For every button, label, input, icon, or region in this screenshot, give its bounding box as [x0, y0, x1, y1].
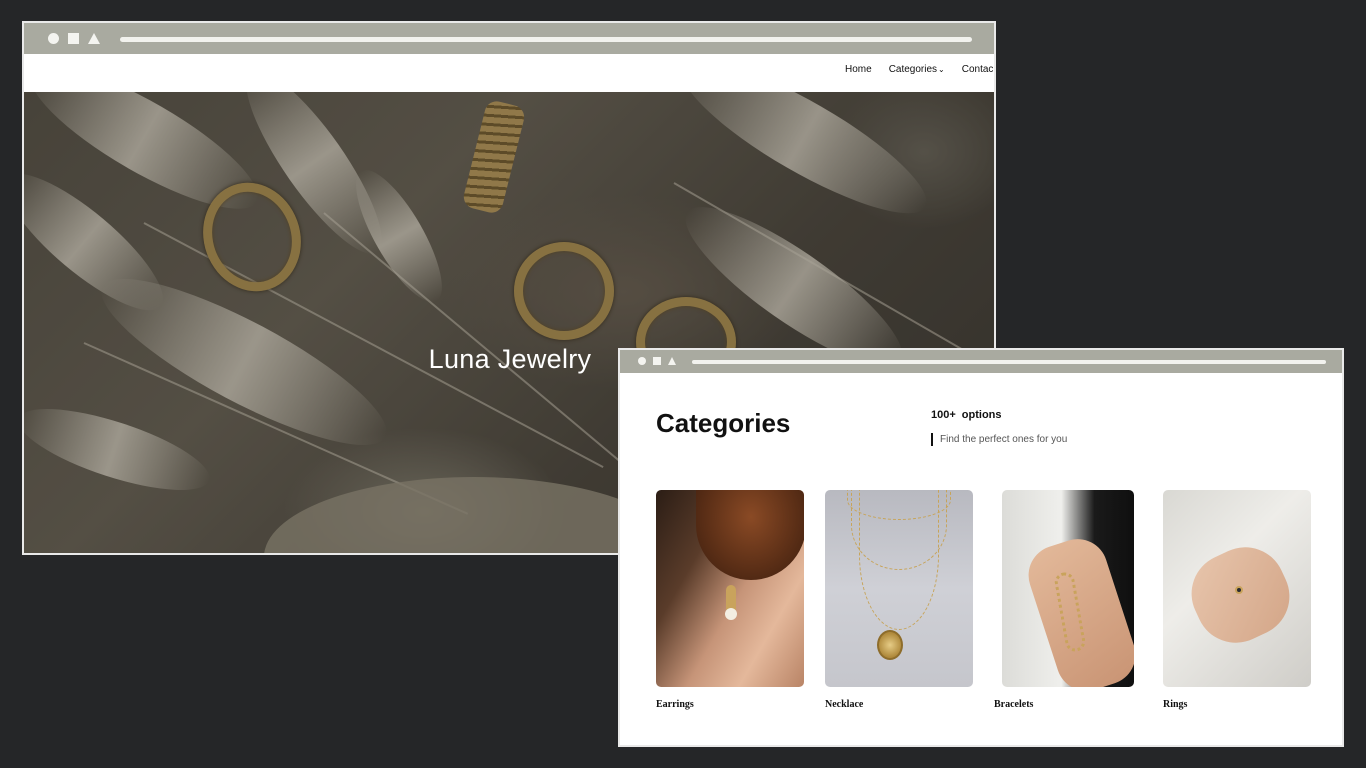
page-title: Categories: [656, 408, 791, 438]
category-card-necklace[interactable]: Necklace: [825, 490, 973, 710]
earrings-image: [656, 490, 804, 687]
options-subtitle: Find the perfect ones for you: [931, 433, 1067, 446]
options-count: 100+ options: [931, 409, 1002, 421]
category-card-bracelets[interactable]: Bracelets: [994, 490, 1134, 710]
rings-image: [1163, 490, 1311, 687]
circle-icon[interactable]: [48, 33, 59, 44]
category-label: Earrings: [656, 699, 694, 710]
address-bar[interactable]: [692, 360, 1326, 364]
window-controls: [638, 357, 676, 365]
options-word: options: [961, 409, 1002, 421]
browser-titlebar: [620, 350, 1342, 373]
top-nav: Home Categories⌄ Contac: [24, 54, 994, 92]
square-icon[interactable]: [68, 33, 79, 44]
category-label: Necklace: [825, 699, 864, 710]
browser-titlebar: [24, 23, 994, 54]
category-label: Bracelets: [994, 699, 1034, 710]
options-number: 100+: [931, 409, 956, 421]
category-card-earrings[interactable]: Earrings: [656, 490, 804, 710]
nav-categories[interactable]: Categories⌄: [889, 64, 945, 75]
nav-categories-label: Categories: [888, 63, 938, 75]
necklace-image: [825, 490, 973, 687]
address-bar[interactable]: [120, 37, 972, 42]
window-controls: [48, 33, 100, 44]
triangle-icon[interactable]: [88, 33, 100, 44]
circle-icon[interactable]: [638, 357, 646, 365]
square-icon[interactable]: [653, 357, 661, 365]
triangle-icon[interactable]: [668, 357, 676, 365]
chevron-down-icon: ⌄: [938, 64, 945, 74]
nav-home[interactable]: Home: [845, 64, 872, 75]
categories-window: Categories 100+ options Find the perfect…: [618, 348, 1344, 747]
category-label: Rings: [1163, 699, 1188, 710]
category-card-rings[interactable]: Rings: [1163, 490, 1311, 710]
nav-contact[interactable]: Contac: [962, 64, 994, 75]
bracelets-image: [1002, 490, 1134, 687]
